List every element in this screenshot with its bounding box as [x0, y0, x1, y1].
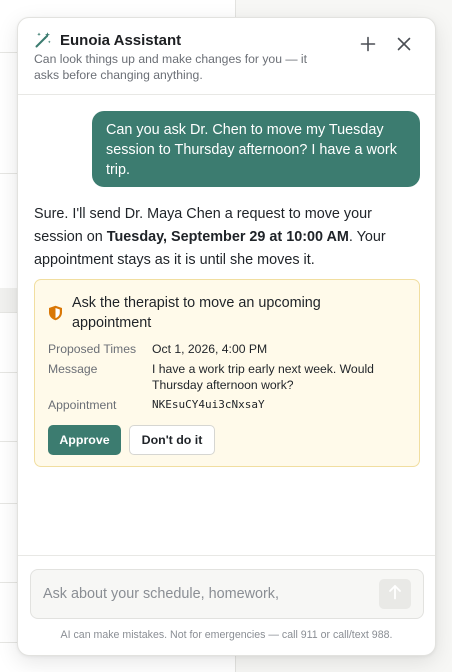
composer-footer: AI can make mistakes. Not for emergencie… [18, 555, 435, 655]
assistant-message: Sure. I'll send Dr. Maya Chen a request … [34, 203, 424, 272]
field-label-appointment: Appointment [48, 398, 117, 412]
assistant-title: Eunoia Assistant [60, 32, 182, 49]
field-label-proposed-times: Proposed Times [48, 342, 137, 356]
close-button[interactable] [393, 35, 415, 57]
user-message: Can you ask Dr. Chen to move my Tuesday … [92, 111, 420, 187]
composer [30, 569, 424, 619]
close-icon [397, 37, 411, 56]
assistant-subtitle: Can look things up and make changes for … [34, 52, 308, 82]
assistant-header: Eunoia Assistant Can look things up and … [18, 18, 435, 95]
magic-wand-icon [34, 31, 52, 49]
new-chat-button[interactable] [357, 35, 379, 57]
send-button[interactable] [379, 579, 411, 609]
disclaimer: AI can make mistakes. Not for emergencie… [60, 629, 393, 641]
plus-icon [360, 36, 376, 57]
appointment-datetime: Tuesday, September 29 at 10:00 AM [106, 229, 349, 245]
field-value-appointment: NKEsuCY4ui3cNxsaY [152, 398, 265, 411]
field-value-proposed-times: Oct 1, 2026, 4:00 PM [152, 342, 268, 356]
field-value-message: I have a work trip early next week. Woul… [152, 362, 374, 392]
message-input[interactable] [43, 570, 363, 618]
approve-button[interactable]: Approve [48, 425, 121, 455]
assistant-panel: Eunoia Assistant Can look things up and … [17, 17, 436, 656]
deny-button[interactable]: Don't do it [129, 425, 215, 455]
field-label-message: Message [48, 362, 98, 376]
arrow-up-icon [388, 584, 402, 605]
shield-icon [48, 305, 63, 321]
action-title: Ask the therapist to move an upcoming ap… [72, 295, 321, 331]
action-approval-card: Ask the therapist to move an upcoming ap… [34, 279, 420, 467]
